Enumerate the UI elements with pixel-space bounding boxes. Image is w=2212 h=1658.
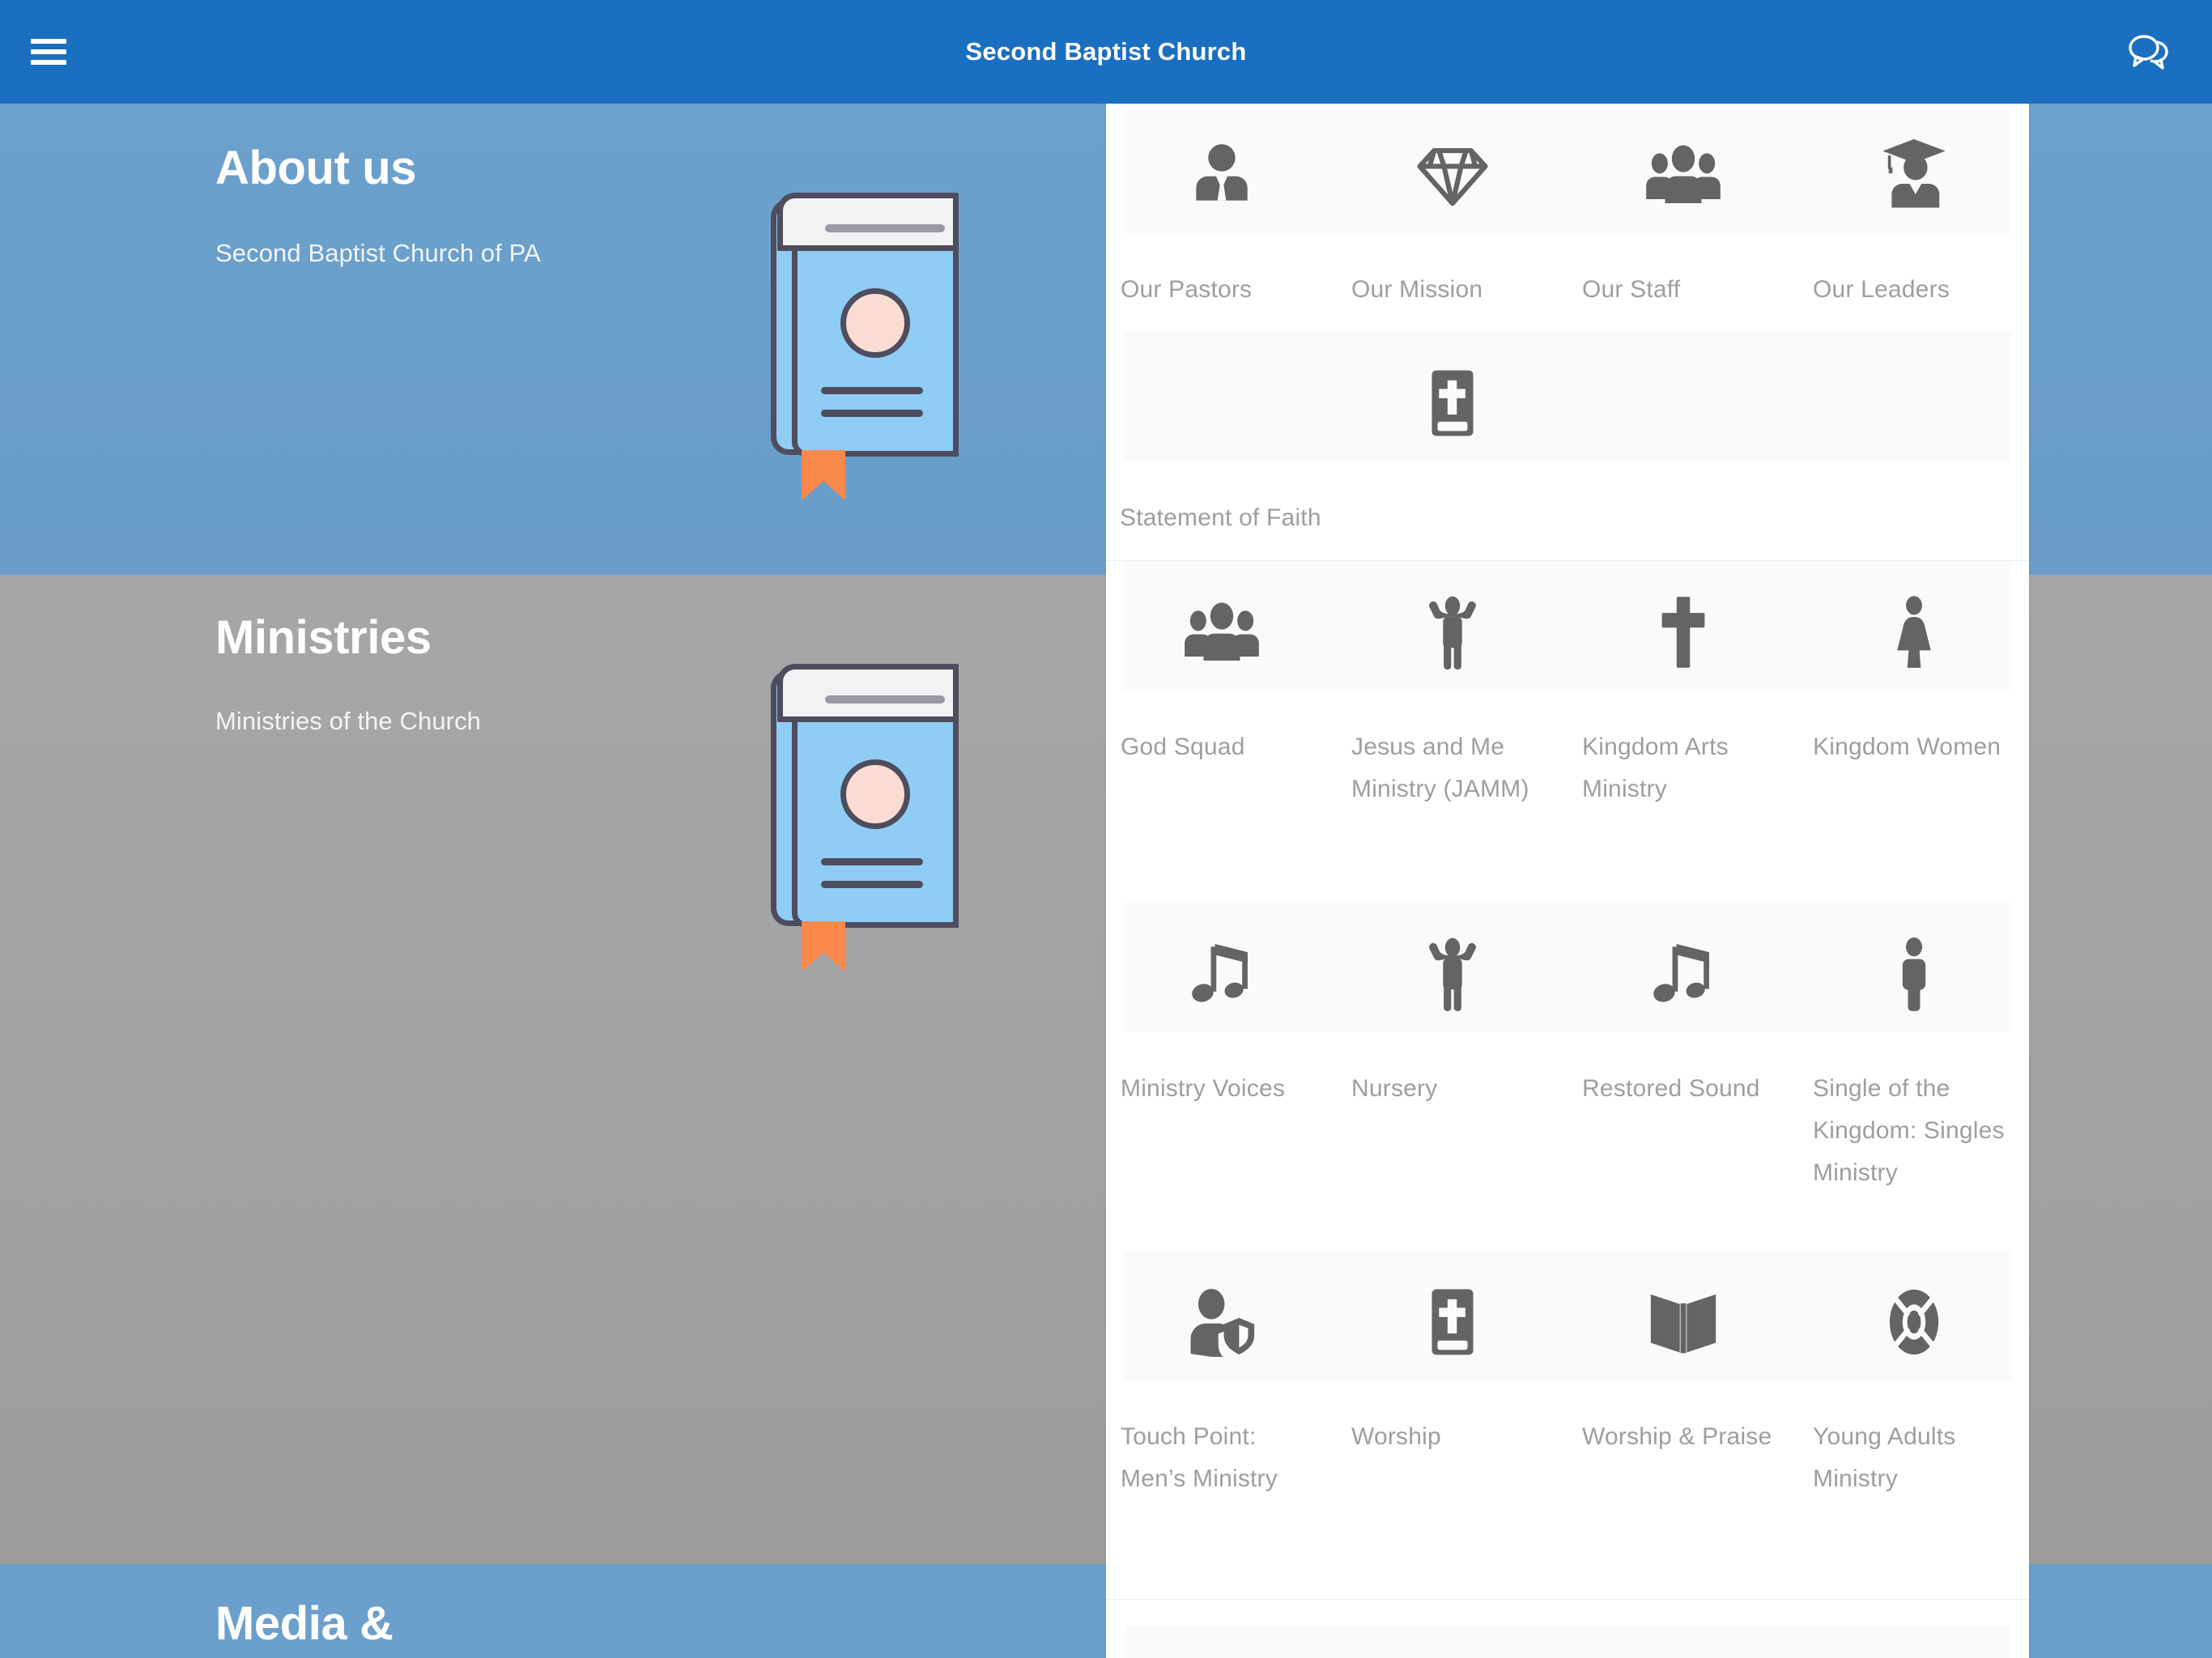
menu-item-jamm[interactable]: Jesus and Me Ministry (JAMM): [1337, 561, 1568, 903]
cross-icon: [1568, 574, 1798, 691]
menu-item-young-adults-ministry[interactable]: Young Adults Ministry: [1798, 1251, 2029, 1599]
life-ring-icon: [1798, 1264, 2029, 1380]
section-hero-media: Media &: [0, 1564, 1106, 1658]
menu-item-ministry-voices[interactable]: Ministry Voices: [1106, 903, 1337, 1251]
person-arms-raised-icon: [1337, 574, 1568, 691]
graduate-person-icon: [1798, 117, 2029, 233]
grid-row-media-1: [1106, 1600, 2029, 1658]
app-title: Second Baptist Church: [965, 37, 1247, 66]
menu-item-media-4[interactable]: [1798, 1600, 2029, 1658]
menu-item-our-staff[interactable]: Our Staff: [1568, 104, 1798, 332]
music-note-beamed-icon: [1568, 916, 1798, 1032]
grid-block-about: Our Pastors Our Mission Our Staff Our Le…: [1106, 104, 2029, 560]
section-title-media: Media &: [215, 1597, 393, 1650]
menu-item-our-pastors[interactable]: Our Pastors: [1106, 104, 1337, 332]
menu-item-label: Restored Sound: [1582, 1075, 1760, 1102]
grid-row-ministries-2: Ministry Voices Nursery Restored Sound S…: [1106, 903, 2029, 1251]
person-shield-icon: [1106, 1264, 1337, 1380]
menu-grid-panel: Our Pastors Our Mission Our Staff Our Le…: [1106, 104, 2029, 1658]
menu-item-singles-ministry[interactable]: Single of the Kingdom: Singles Ministry: [1798, 903, 2029, 1251]
app-header-bar: Second Baptist Church: [0, 0, 2212, 104]
bible-cross-icon: [1798, 1639, 2029, 1658]
section-title-ministries: Ministries: [215, 611, 432, 664]
menu-item-label: Worship: [1351, 1423, 1441, 1450]
menu-item-label: Ministry Voices: [1121, 1075, 1286, 1102]
person-tie-icon: [1106, 117, 1337, 233]
menu-item-label: Touch Point: Men’s Ministry: [1121, 1423, 1278, 1492]
grid-block-media: [1106, 1600, 2029, 1658]
book-illustration-about: [771, 193, 959, 500]
menu-item-our-leaders[interactable]: Our Leaders: [1798, 104, 2029, 332]
menu-item-nursery[interactable]: Nursery: [1337, 903, 1568, 1251]
chat-bubbles-icon[interactable]: [2125, 31, 2173, 73]
church-house-icon: [1106, 1639, 1337, 1658]
book-illustration-ministries: [771, 664, 959, 971]
people-group-icon: [1106, 574, 1337, 691]
music-note-beamed-icon: [1106, 916, 1337, 1032]
menu-item-statement-of-faith[interactable]: Statement of Faith: [1120, 332, 1568, 560]
section-hero-about: About us Second Baptist Church of PA: [0, 104, 1106, 575]
menu-item-touch-point-mens-ministry[interactable]: Touch Point: Men’s Ministry: [1106, 1251, 1337, 1599]
woman-icon: [1798, 574, 2029, 691]
menu-item-label: Single of the Kingdom: Singles Ministry: [1813, 1075, 2005, 1186]
menu-item-media-2[interactable]: [1337, 1600, 1568, 1658]
microphone-icon: [1337, 1639, 1568, 1658]
menu-item-label: Our Staff: [1582, 276, 1681, 303]
calendar-icon: [1568, 1639, 1798, 1658]
grid-row-ministries-3: Touch Point: Men’s Ministry Worship Wors…: [1106, 1251, 2029, 1599]
page-scroll-region[interactable]: About us Second Baptist Church of PA Min…: [0, 104, 2212, 1658]
grid-block-ministries: God Squad Jesus and Me Ministry (JAMM) K…: [1106, 561, 2029, 1599]
section-title-about: About us: [215, 142, 417, 194]
menu-item-label: Worship & Praise: [1582, 1423, 1772, 1450]
menu-item-worship[interactable]: Worship: [1337, 1251, 1568, 1599]
section-subtitle-ministries: Ministries of the Church: [215, 707, 482, 735]
menu-item-god-squad[interactable]: God Squad: [1106, 561, 1337, 903]
menu-item-kingdom-arts-ministry[interactable]: Kingdom Arts Ministry: [1568, 561, 1798, 903]
menu-item-label: Our Pastors: [1121, 276, 1253, 303]
diamond-icon: [1337, 117, 1568, 233]
person-standing-icon: [1798, 916, 2029, 1032]
bible-cross-icon: [1337, 1264, 1568, 1380]
person-arms-raised-icon: [1337, 916, 1568, 1032]
section-subtitle-about: Second Baptist Church of PA: [215, 239, 541, 267]
menu-item-kingdom-women[interactable]: Kingdom Women: [1798, 561, 2029, 903]
menu-item-media-1[interactable]: [1106, 1600, 1337, 1658]
menu-item-our-mission[interactable]: Our Mission: [1337, 104, 1568, 332]
bible-cross-icon: [1337, 345, 1568, 461]
grid-row-ministries-1: God Squad Jesus and Me Ministry (JAMM) K…: [1106, 561, 2029, 903]
menu-item-label: Kingdom Arts Ministry: [1582, 733, 1729, 802]
people-group-icon: [1568, 117, 1798, 233]
menu-item-label: Young Adults Ministry: [1813, 1423, 1956, 1492]
grid-row-about-1: Our Pastors Our Mission Our Staff Our Le…: [1106, 104, 2029, 332]
menu-item-label: Statement of Faith: [1120, 504, 1321, 531]
open-book-icon: [1568, 1264, 1798, 1380]
menu-item-label: Our Leaders: [1813, 276, 1950, 303]
menu-item-label: Kingdom Women: [1813, 733, 2001, 760]
grid-row-about-2: Statement of Faith: [1106, 332, 2029, 560]
menu-item-media-3[interactable]: [1568, 1600, 1798, 1658]
menu-item-label: God Squad: [1121, 733, 1245, 760]
menu-item-label: Jesus and Me Ministry (JAMM): [1351, 733, 1529, 802]
menu-item-label: Our Mission: [1351, 276, 1483, 303]
section-hero-ministries: Ministries Ministries of the Church: [0, 575, 1106, 1564]
menu-item-label: Nursery: [1351, 1075, 1438, 1102]
menu-item-worship-and-praise[interactable]: Worship & Praise: [1568, 1251, 1798, 1599]
menu-item-restored-sound[interactable]: Restored Sound: [1568, 903, 1798, 1251]
